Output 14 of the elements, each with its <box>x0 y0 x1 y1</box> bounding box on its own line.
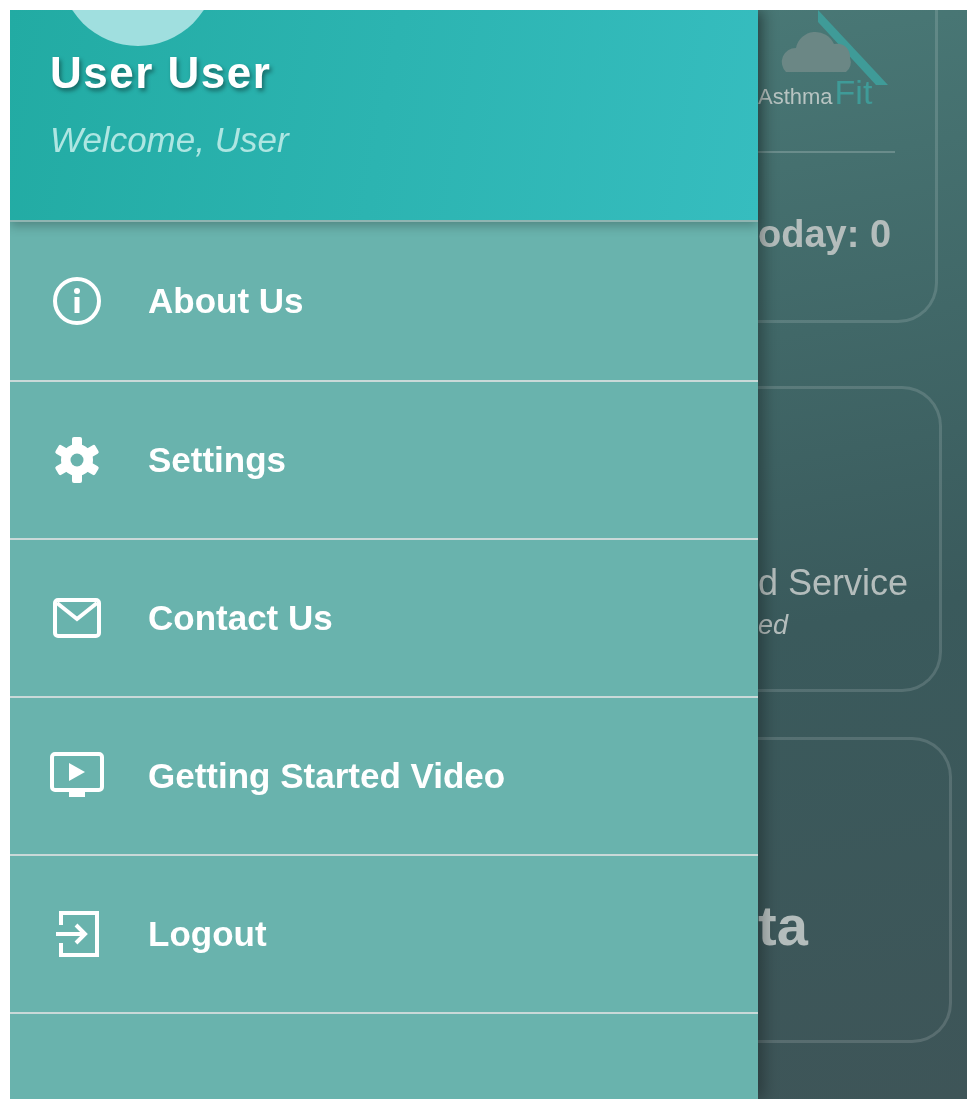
user-name: User User <box>50 48 272 98</box>
card-text: d Service <box>758 562 909 604</box>
card-text: oday: 0 <box>758 213 892 256</box>
welcome-text: Welcome, User <box>50 120 289 160</box>
menu-item[interactable]: Contact Us <box>10 540 758 698</box>
menu-item[interactable]: Settings <box>10 382 758 540</box>
settings-icon <box>52 435 102 485</box>
card-text: ed <box>758 610 789 641</box>
card-text: ta <box>758 892 808 958</box>
menu-item[interactable]: Logout <box>10 856 758 1014</box>
menu-item[interactable]: Getting Started Video <box>10 698 758 856</box>
menu-item[interactable]: About Us <box>10 222 758 382</box>
info-icon <box>52 276 102 326</box>
logo-text: Asthma <box>758 84 833 110</box>
